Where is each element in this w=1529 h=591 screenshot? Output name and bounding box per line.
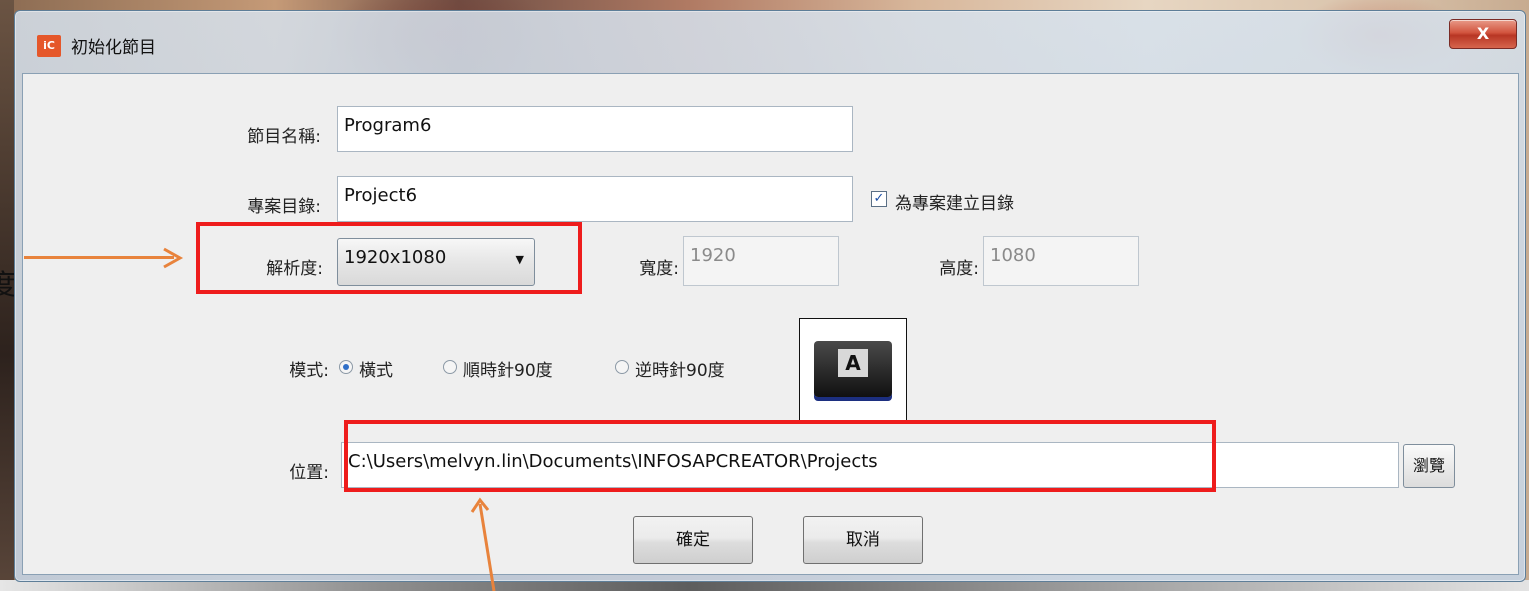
cancel-button[interactable]: 取消 [803, 516, 923, 564]
create-dir-checkbox[interactable]: ✓ [871, 191, 887, 207]
close-button[interactable]: X [1449, 19, 1517, 49]
resolution-highlight-box [196, 222, 582, 294]
location-label: 位置: [289, 463, 329, 483]
width-input[interactable]: 1920 [683, 236, 839, 286]
project-dir-label: 專案目錄: [247, 197, 321, 217]
title-bar[interactable]: iC 初始化節目 X [15, 11, 1525, 73]
monitor-icon: A [814, 341, 892, 397]
dialog-body: 節目名稱: Program6 專案目錄: Project6 ✓ 為專案建立目錄 … [22, 73, 1519, 575]
resolution-arrow-line [24, 256, 174, 259]
orientation-preview: A [799, 318, 907, 424]
ok-button[interactable]: 確定 [633, 516, 753, 564]
project-dir-input[interactable]: Project6 [337, 176, 853, 222]
create-dir-label: 為專案建立目錄 [895, 194, 1014, 214]
location-highlight-box [344, 420, 1216, 492]
radio-clockwise-90-label: 順時針90度 [463, 361, 553, 381]
program-name-input[interactable]: Program6 [337, 106, 853, 152]
height-label: 高度: [939, 259, 979, 279]
radio-landscape-label: 橫式 [359, 361, 393, 381]
app-icon: iC [37, 35, 61, 57]
program-name-label: 節目名稱: [247, 127, 321, 147]
height-input[interactable]: 1080 [983, 236, 1139, 286]
arrow-right-icon [163, 247, 184, 269]
init-program-dialog: iC 初始化節目 X 節目名稱: Program6 專案目錄: Project6… [14, 10, 1526, 582]
browse-button[interactable]: 瀏覽 [1403, 444, 1455, 488]
radio-counterclockwise-90[interactable] [615, 360, 629, 374]
window-title: 初始化節目 [71, 38, 156, 58]
preview-letter: A [838, 349, 868, 377]
radio-landscape[interactable] [339, 360, 353, 374]
width-label: 寬度: [639, 259, 679, 279]
mode-label: 模式: [289, 361, 329, 381]
radio-clockwise-90[interactable] [443, 360, 457, 374]
arrow-up-line [470, 497, 496, 591]
radio-counterclockwise-90-label: 逆時針90度 [635, 361, 725, 381]
